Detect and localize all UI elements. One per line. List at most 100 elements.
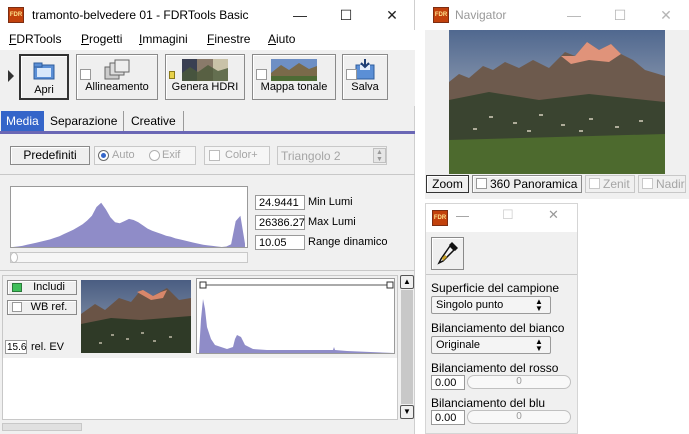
wb-minimize-icon[interactable]: —: [456, 208, 472, 228]
color-plus-toggle[interactable]: Color+: [204, 146, 270, 165]
align-button-label: Allineamento: [85, 81, 149, 93]
close-icon[interactable]: ✕: [369, 0, 415, 30]
menu-progetti-label: rogetti: [89, 32, 123, 46]
tonemap-thumbnail-icon: [271, 59, 317, 81]
include-toggle[interactable]: Includi: [7, 280, 77, 295]
wb-ref-toggle[interactable]: WB ref.: [7, 300, 77, 315]
tonemap-checkbox[interactable]: [256, 69, 267, 80]
tab-separazione[interactable]: Separazione: [45, 111, 124, 131]
blue-balance-field[interactable]: 0.00: [431, 410, 465, 425]
separator: [0, 174, 415, 175]
spinner-arrows-icon[interactable]: ▲ ▼: [373, 148, 386, 163]
red-balance-field[interactable]: 0.00: [431, 375, 465, 390]
menu-progetti[interactable]: Progetti: [81, 32, 122, 46]
menu-finestre[interactable]: Finestre: [207, 32, 250, 46]
app-logo-icon: FDR: [8, 7, 24, 23]
blue-balance-label: Bilanciamento del blu: [431, 396, 546, 410]
nadir-toggle[interactable]: Nadir: [638, 175, 686, 193]
navigator-minimize-icon[interactable]: —: [551, 0, 597, 30]
menu-aiuto[interactable]: Aiuto: [268, 32, 295, 46]
tab-creative[interactable]: Creative: [126, 111, 184, 131]
minimize-icon[interactable]: —: [277, 0, 323, 30]
luminance-histogram: [10, 186, 248, 248]
dynamic-range-field: 10.05: [255, 235, 305, 250]
navigator-logo-icon: FDR: [433, 7, 449, 23]
auto-label: Auto: [112, 149, 135, 161]
nadir-checkbox[interactable]: [642, 178, 653, 189]
red-balance-slider[interactable]: 0: [467, 375, 571, 389]
white-spinner-icon[interactable]: ▲ ▼: [535, 338, 543, 353]
max-lumi-label: Max Lumi: [308, 216, 356, 228]
maximize-icon[interactable]: ☐: [323, 0, 369, 30]
scroll-thumb[interactable]: [401, 290, 413, 404]
toolbar-arrow-icon: [8, 70, 14, 82]
align-button[interactable]: Allineamento: [76, 54, 158, 100]
tab-separazione-label: Separazione: [50, 114, 118, 128]
include-label: Includi: [33, 281, 65, 293]
eyedropper-button[interactable]: [431, 237, 464, 270]
sample-area-select[interactable]: Singolo punto ▲ ▼: [431, 296, 551, 314]
sample-area-label: Superficie del campione: [431, 281, 560, 295]
color-plus-label: Color+: [225, 149, 258, 161]
horizontal-scrollbar[interactable]: [2, 423, 82, 431]
navigator-maximize-icon[interactable]: ☐: [597, 0, 643, 30]
nadir-label: Nadir: [656, 177, 685, 191]
blue-balance-slider[interactable]: 0: [467, 410, 571, 424]
image-response-curve[interactable]: [196, 278, 395, 354]
wb-close-icon[interactable]: ✕: [548, 207, 564, 227]
white-balance-select[interactable]: Originale ▲ ▼: [431, 336, 551, 354]
menu-fdrtools[interactable]: FDRTools: [9, 32, 61, 46]
triangle-select[interactable]: Triangolo 2 ▲ ▼: [277, 146, 387, 165]
panoramic-checkbox[interactable]: [476, 178, 487, 189]
include-indicator-icon: [12, 283, 22, 292]
zoom-button[interactable]: Zoom: [426, 175, 469, 193]
mode-radio-group: Auto Exif: [94, 146, 196, 165]
navigator-close-icon[interactable]: ✕: [643, 0, 689, 30]
curve-handle-left[interactable]: [199, 281, 207, 289]
menu-immagini-label: mmagini: [142, 32, 188, 46]
menu-aiuto-label: iuto: [276, 32, 296, 46]
panoramic-toggle[interactable]: 360 Panoramica: [472, 175, 582, 193]
window-title: tramonto-belvedere 01 - FDRTools Basic: [32, 8, 249, 22]
exif-label: Exif: [162, 149, 181, 161]
open-button[interactable]: Apri: [19, 54, 69, 100]
separator-2: [0, 270, 415, 271]
zenit-toggle[interactable]: Zenit: [585, 175, 635, 193]
menu-immagini[interactable]: Immagini: [139, 32, 188, 46]
ev-field: 15.6: [5, 340, 27, 354]
hdri-thumbnail-icon: [182, 59, 228, 81]
min-lumi-label: Min Lumi: [308, 196, 353, 208]
auto-radio[interactable]: [98, 150, 109, 161]
curve-handle-right[interactable]: [386, 281, 394, 289]
tab-media[interactable]: Media: [1, 111, 44, 131]
scroll-up-icon[interactable]: ▲: [400, 275, 414, 289]
color-plus-checkbox[interactable]: [209, 150, 220, 161]
red-balance-label: Bilanciamento del rosso: [431, 361, 559, 375]
sample-spinner-icon[interactable]: ▲ ▼: [535, 298, 543, 313]
wb-maximize-icon[interactable]: ☐: [502, 207, 518, 227]
align-icon: [104, 59, 130, 80]
tab-underline: [0, 131, 415, 134]
save-button[interactable]: Salva: [342, 54, 388, 100]
menu-fdrtools-label: DRTools: [16, 32, 62, 46]
scroll-down-icon[interactable]: ▼: [400, 405, 414, 419]
navigator-preview-image[interactable]: [449, 30, 665, 174]
white-balance-window: FDR — ☐ ✕ Superficie del campione Singol…: [425, 203, 578, 434]
presets-button[interactable]: Predefiniti: [10, 146, 90, 165]
wb-ref-checkbox[interactable]: [12, 302, 22, 312]
exif-radio[interactable]: [149, 150, 160, 161]
wb-logo-icon: FDR: [432, 210, 448, 226]
range-slider-handle[interactable]: [10, 252, 18, 263]
wb-title-bar: FDR — ☐ ✕: [426, 204, 577, 232]
histogram-range-slider[interactable]: [10, 252, 248, 263]
image-thumbnail[interactable]: [81, 280, 191, 353]
zenit-checkbox[interactable]: [589, 178, 600, 189]
hdri-button-label: Genera HDRI: [171, 81, 239, 93]
save-checkbox[interactable]: [346, 69, 357, 80]
vertical-scrollbar[interactable]: ▲ ▼: [400, 275, 414, 420]
tab-creative-label: Creative: [131, 114, 176, 128]
align-checkbox[interactable]: [80, 69, 91, 80]
main-window: FDR tramonto-belvedere 01 - FDRTools Bas…: [0, 0, 415, 434]
hdri-button[interactable]: Genera HDRI: [165, 54, 245, 100]
tonemap-button[interactable]: Mappa tonale: [252, 54, 336, 100]
